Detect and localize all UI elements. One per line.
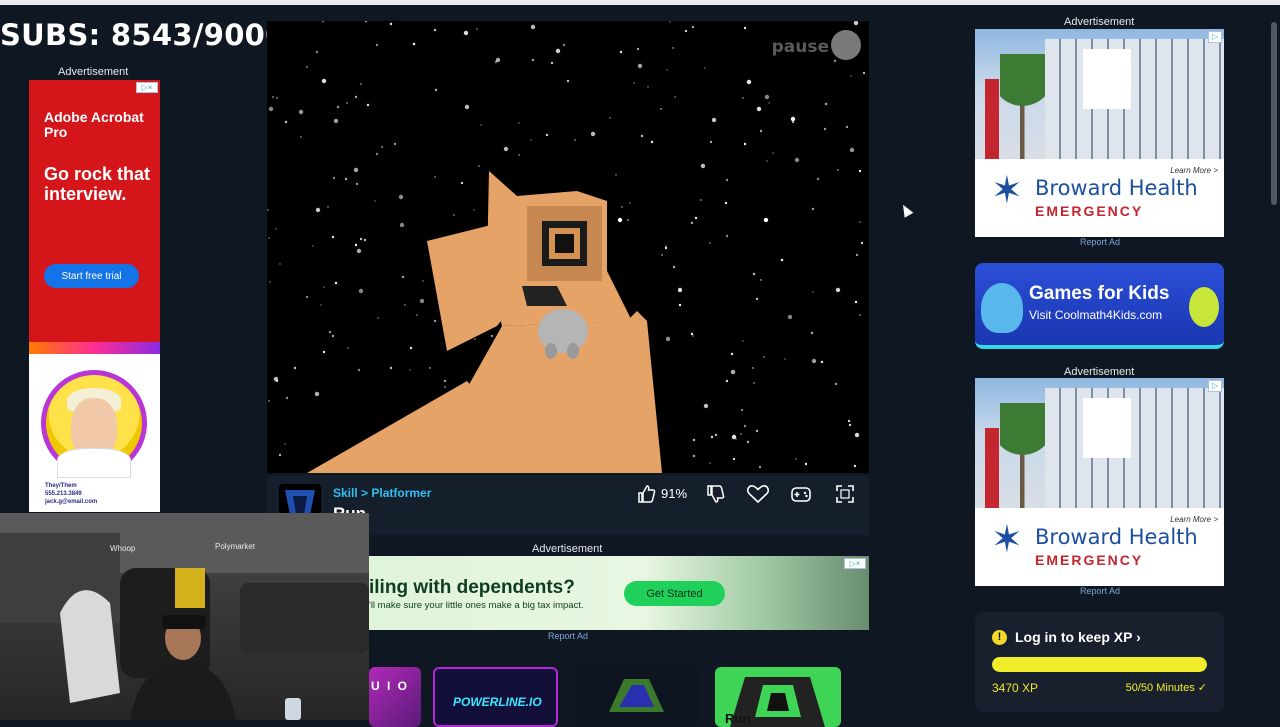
ad-contact: They/Them 555.213.3849 jack.g@email.com [45, 483, 98, 505]
broward-star-icon: ✶ [991, 170, 1023, 212]
advertisement-label: Advertisement [1064, 16, 1135, 28]
ad-headline: Go rock that interview. [44, 164, 151, 204]
start-free-trial-button[interactable]: Start free trial [44, 264, 139, 288]
ad-stripe [29, 342, 160, 354]
broward-star-icon: ✶ [991, 519, 1023, 561]
ad-building-sign [1083, 49, 1131, 109]
game-scene [267, 21, 866, 473]
coolmath4kids-promo[interactable]: Games for Kids Visit Coolmath4Kids.com [975, 263, 1224, 349]
mouse-cursor [898, 202, 914, 218]
game-thumbnail-title: POWERLINE.IO [453, 695, 542, 709]
ad-subtitle: EMERGENCY [1035, 552, 1144, 568]
learn-more-link[interactable]: Learn More > [1170, 515, 1218, 524]
ad-building-sign [1083, 398, 1131, 458]
ad-subline: 'll make sure your little ones make a bi… [369, 600, 584, 611]
octopus-icon [981, 283, 1023, 333]
login-to-keep-xp-link[interactable]: Log in to keep XP › [1015, 629, 1141, 645]
game-thumbnail[interactable]: POWERLINE.IO [433, 667, 558, 727]
ad-brand: Broward Health [1035, 176, 1198, 200]
pause-button[interactable] [831, 30, 861, 60]
game-thumbnail[interactable]: Run [715, 667, 841, 727]
xp-minutes: 50/50 Minutes ✓ [1125, 682, 1207, 694]
advertisement-label: Advertisement [532, 543, 603, 555]
ad-palm-tree [1000, 403, 1045, 508]
webcam-overlay: Whoop Polymarket [0, 513, 369, 720]
alien-icon [1189, 287, 1219, 327]
game-category-breadcrumb[interactable]: Skill > Platformer [333, 486, 431, 500]
ad-brand: Broward Health [1035, 525, 1198, 549]
subscriber-counter: SUBS: 8543/9000 [0, 18, 286, 52]
ad-brand: Adobe Acrobat Pro [44, 109, 144, 140]
ad-palm-tree [1000, 54, 1045, 159]
page-scrollbar[interactable] [1271, 22, 1277, 205]
ad-building [1045, 388, 1224, 508]
promo-subtitle: Visit Coolmath4Kids.com [1029, 308, 1163, 322]
game-canvas[interactable]: pause [267, 21, 869, 473]
adchoices-icon[interactable]: ▷× [136, 82, 158, 93]
warning-icon: ! [992, 630, 1007, 645]
learn-more-link[interactable]: Learn More > [1170, 166, 1218, 175]
game-thumbnail-title: Run [725, 711, 751, 726]
adchoices-icon[interactable]: ▷ [1208, 31, 1222, 43]
ad-headline: iling with dependents? [369, 577, 575, 598]
report-ad-link[interactable]: Report Ad [548, 631, 588, 641]
broward-health-ad[interactable]: ▷ Learn More > ✶ Broward Health EMERGENC… [975, 378, 1224, 586]
get-started-button[interactable]: Get Started [624, 581, 725, 606]
svg-text:Polymarket: Polymarket [215, 542, 256, 551]
advertisement-label: Advertisement [1064, 366, 1135, 378]
pause-label[interactable]: pause [772, 37, 829, 57]
broward-health-ad[interactable]: ▷ Learn More > ✶ Broward Health EMERGENC… [975, 29, 1224, 237]
webcam-feed: Whoop Polymarket [0, 513, 369, 720]
thumbs-down-icon[interactable] [703, 483, 727, 505]
rating-percent: 91% [661, 486, 688, 501]
svg-text:Whoop: Whoop [110, 544, 136, 553]
xp-progress-bar [992, 657, 1207, 672]
report-ad-link[interactable]: Report Ad [1080, 586, 1120, 596]
game-thumbnail[interactable]: U I O [369, 667, 421, 727]
ad-subtitle: EMERGENCY [1035, 203, 1144, 219]
middle-banner-ad[interactable]: iling with dependents? 'll make sure you… [369, 556, 869, 630]
heart-icon[interactable] [746, 483, 770, 505]
ad-building [1045, 39, 1224, 159]
left-ad[interactable]: ▷× Adobe Acrobat Pro Go rock that interv… [29, 80, 160, 512]
advertisement-label: Advertisement [58, 66, 129, 78]
ad-sign-column [985, 79, 999, 159]
ad-sign-column [985, 428, 999, 508]
xp-progress-fill [992, 657, 1207, 672]
gamepad-icon[interactable] [789, 483, 813, 505]
game-thumbnail[interactable] [574, 667, 699, 727]
portrait-shirt [57, 448, 131, 478]
fullscreen-icon[interactable] [833, 483, 857, 505]
adchoices-icon[interactable]: ▷× [844, 558, 866, 569]
browser-top-edge [0, 0, 1280, 5]
xp-points: 3470 XP [992, 681, 1039, 695]
promo-title: Games for Kids [1029, 283, 1170, 304]
adchoices-icon[interactable]: ▷ [1208, 380, 1222, 392]
report-ad-link[interactable]: Report Ad [1080, 237, 1120, 247]
thumbs-up-icon[interactable] [634, 483, 658, 505]
xp-panel: ! Log in to keep XP › 3470 XP 50/50 Minu… [975, 612, 1224, 712]
